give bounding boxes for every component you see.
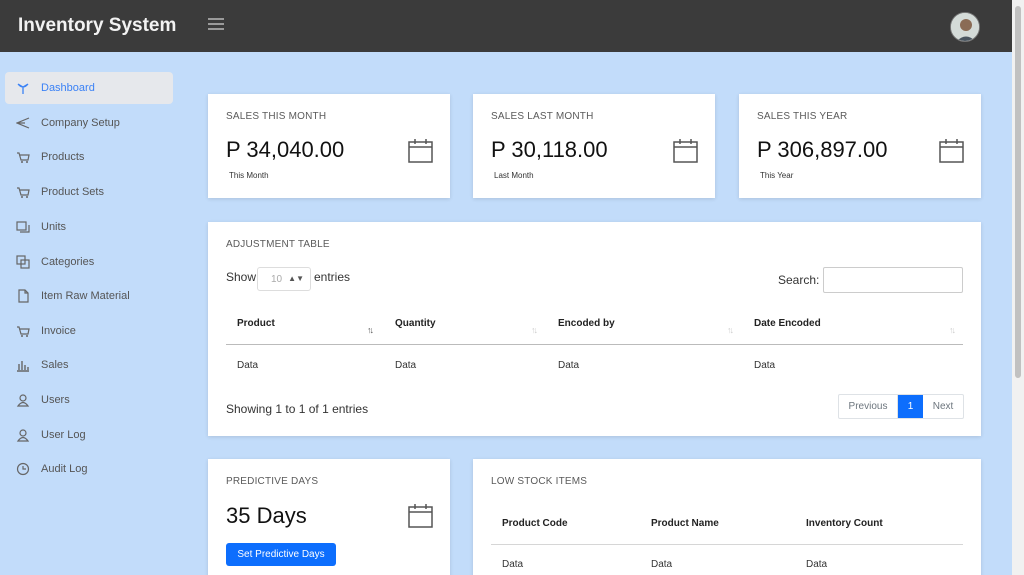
bar-chart-icon [5, 358, 41, 372]
sidebar-item-label: Users [41, 394, 70, 406]
cart-icon [5, 150, 41, 164]
app-title[interactable]: Inventory System [18, 15, 176, 37]
send-icon [5, 116, 41, 130]
pagination: Previous 1 Next [838, 394, 964, 419]
calendar-icon [673, 139, 698, 163]
sidebar-item-products[interactable]: Products [5, 141, 173, 173]
column-header-encoded-by[interactable]: Encoded by [558, 318, 615, 329]
cart-icon [5, 185, 41, 199]
adjustment-table-card: ADJUSTMENT TABLE Show 10 ▲▼ entries Sear… [208, 222, 981, 436]
card-title: ADJUSTMENT TABLE [226, 239, 330, 250]
sidebar-item-company-setup[interactable]: Company Setup [5, 107, 173, 139]
card-title: SALES LAST MONTH [491, 111, 594, 122]
search-label: Search: [778, 273, 820, 287]
header-divider [226, 344, 963, 345]
menu-toggle-icon[interactable] [208, 18, 224, 32]
sidebar-item-label: Company Setup [41, 117, 120, 129]
predictive-days-value: 35 Days [226, 503, 307, 528]
stat-subtitle: This Month [229, 171, 269, 180]
layers-icon [5, 255, 41, 269]
column-header-inventory-count[interactable]: Inventory Count [806, 518, 883, 529]
calendar-icon [408, 139, 433, 163]
cart-icon [5, 324, 41, 338]
sidebar-item-label: Categories [41, 256, 95, 268]
sidebar-item-label: Products [41, 151, 85, 163]
sidebar-item-label: Invoice [41, 325, 76, 337]
sidebar-item-label: Dashboard [41, 82, 95, 94]
sidebar-item-units[interactable]: Units [5, 211, 173, 243]
stat-subtitle: This Year [760, 171, 794, 180]
table-info: Showing 1 to 1 of 1 entries [226, 402, 369, 416]
select-arrows-icon: ▲▼ [288, 274, 304, 283]
sidebar-item-label: Sales [41, 359, 69, 371]
user-icon [5, 428, 41, 442]
table-cell: Data [395, 360, 417, 371]
entries-label: entries [314, 270, 351, 284]
entries-select-value: 10 [271, 273, 283, 285]
table-cell: Data [754, 360, 776, 371]
file-icon [5, 289, 41, 303]
sidebar-item-users[interactable]: Users [5, 384, 173, 416]
header-divider [491, 544, 963, 545]
stat-value: P 306,897.00 [757, 137, 888, 162]
page-scrollbar[interactable] [1012, 0, 1024, 575]
calendar-icon [408, 504, 433, 528]
sidebar-item-audit-log[interactable]: Audit Log [5, 453, 173, 485]
predictive-days-card: PREDICTIVE DAYS 35 Days Set Predictive D… [208, 459, 450, 575]
sidebar-item-dashboard[interactable]: Dashboard [5, 72, 173, 104]
calendar-icon [939, 139, 964, 163]
column-header-date-encoded[interactable]: Date Encoded [754, 318, 821, 329]
copy-icon [5, 220, 41, 234]
table-cell: Data [237, 360, 259, 371]
set-predictive-days-button[interactable]: Set Predictive Days [226, 543, 336, 566]
sidebar: Dashboard Company Setup Products Product… [0, 52, 190, 575]
sidebar-item-product-sets[interactable]: Product Sets [5, 176, 173, 208]
sort-icon[interactable]: ↑↓ [367, 325, 374, 335]
stat-value: P 34,040.00 [226, 137, 345, 162]
column-header-quantity[interactable]: Quantity [395, 318, 436, 329]
column-header-product-code[interactable]: Product Code [502, 518, 568, 529]
previous-page-button[interactable]: Previous [839, 395, 898, 418]
dashboard-icon [5, 81, 41, 95]
avatar[interactable] [950, 12, 980, 42]
show-label: Show [226, 270, 257, 284]
stat-value: P 30,118.00 [491, 137, 608, 162]
user-icon [5, 393, 41, 407]
sort-icon[interactable]: ↑↓ [949, 325, 956, 335]
sidebar-item-label: User Log [41, 429, 86, 441]
column-header-product-name[interactable]: Product Name [651, 518, 719, 529]
stat-subtitle: Last Month [494, 171, 534, 180]
sidebar-item-label: Item Raw Material [41, 290, 130, 302]
page-1-button[interactable]: 1 [898, 395, 923, 418]
sidebar-item-label: Product Sets [41, 186, 104, 198]
card-title: PREDICTIVE DAYS [226, 476, 319, 487]
table-cell: Data [502, 559, 524, 570]
next-page-button[interactable]: Next [923, 395, 963, 418]
card-title: SALES THIS MONTH [226, 111, 327, 122]
sidebar-item-sales[interactable]: Sales [5, 349, 173, 381]
low-stock-items-card: LOW STOCK ITEMS Product Code Product Nam… [473, 459, 981, 575]
sidebar-item-categories[interactable]: Categories [5, 246, 173, 278]
top-navbar: Inventory System [0, 0, 1012, 52]
search-input[interactable] [823, 267, 963, 293]
column-header-product[interactable]: Product [237, 318, 275, 329]
sidebar-item-label: Units [41, 221, 67, 233]
sales-this-month-card: SALES THIS MONTH P 34,040.00 This Month [208, 94, 450, 198]
entries-select[interactable]: 10 ▲▼ [257, 267, 311, 291]
card-title: SALES THIS YEAR [757, 111, 848, 122]
sidebar-item-label: Audit Log [41, 463, 88, 475]
sales-last-month-card: SALES LAST MONTH P 30,118.00 Last Month [473, 94, 715, 198]
table-cell: Data [558, 360, 580, 371]
clock-icon [5, 462, 41, 476]
sales-this-year-card: SALES THIS YEAR P 306,897.00 This Year [739, 94, 981, 198]
sidebar-item-user-log[interactable]: User Log [5, 419, 173, 451]
sort-icon[interactable]: ↑↓ [531, 325, 538, 335]
table-cell: Data [806, 559, 828, 570]
sidebar-item-invoice[interactable]: Invoice [5, 315, 173, 347]
sidebar-item-item-raw-material[interactable]: Item Raw Material [5, 280, 173, 312]
table-cell: Data [651, 559, 673, 570]
card-title: LOW STOCK ITEMS [491, 476, 588, 487]
sort-icon[interactable]: ↑↓ [727, 325, 734, 335]
scrollbar-thumb[interactable] [1015, 6, 1021, 378]
